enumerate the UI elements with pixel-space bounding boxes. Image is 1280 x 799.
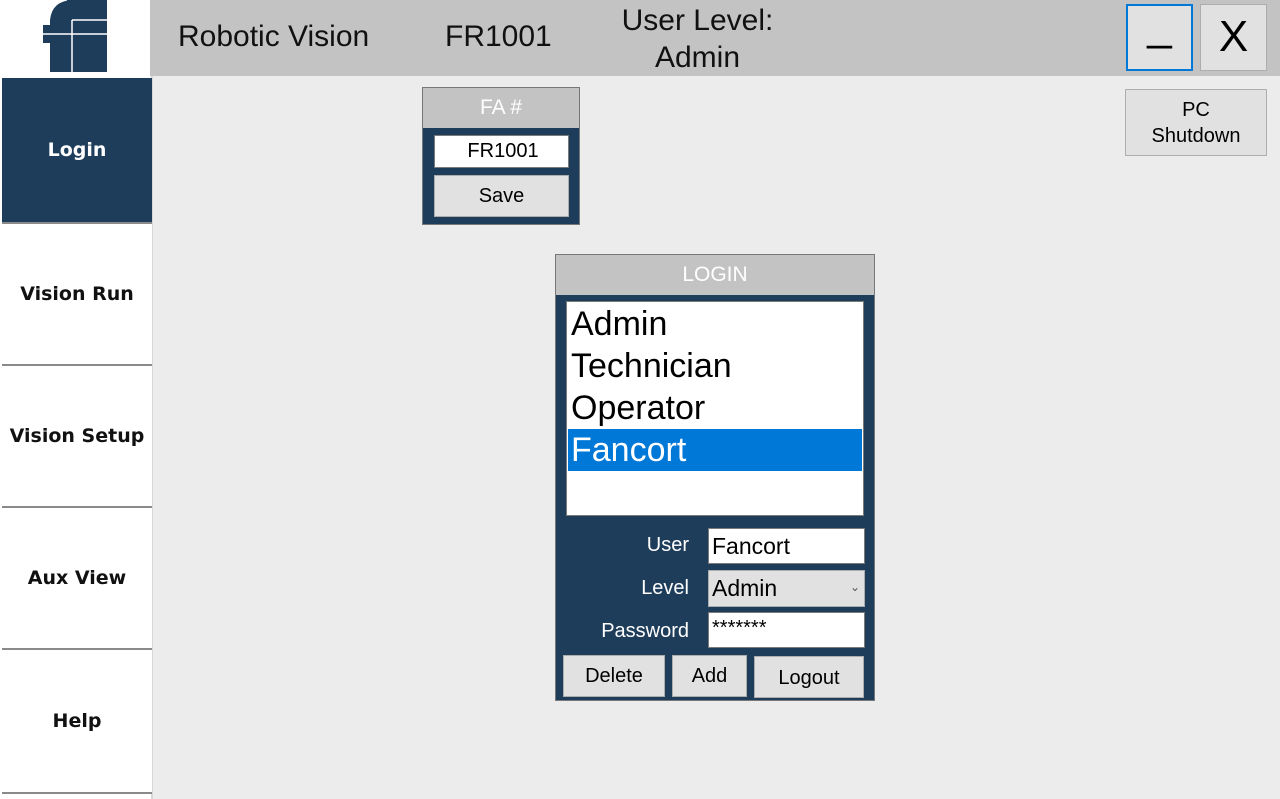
user-input[interactable]: Fancort xyxy=(708,528,865,564)
login-panel: LOGIN Admin Technician Operator Fancort … xyxy=(555,254,875,701)
fa-panel: FA # FR1001 Save xyxy=(422,87,580,225)
close-button[interactable]: X xyxy=(1200,4,1267,71)
user-label: User xyxy=(646,534,689,556)
sidebar-item-aux-view[interactable]: Aux View xyxy=(2,508,152,650)
password-input[interactable]: ******* xyxy=(708,612,865,648)
minimize-button[interactable]: _ xyxy=(1126,4,1193,71)
add-button[interactable]: Add xyxy=(672,655,747,697)
header-bar: Robotic Vision FR1001 User Level: Admin … xyxy=(150,0,1280,76)
login-panel-title: LOGIN xyxy=(556,255,874,295)
user-level: User Level: Admin xyxy=(590,2,805,76)
level-select[interactable]: Admin ⌄ xyxy=(708,570,865,607)
fa-panel-title: FA # xyxy=(423,88,579,128)
fancort-logo xyxy=(0,0,150,76)
user-level-label: User Level: xyxy=(621,4,774,37)
save-button[interactable]: Save xyxy=(434,175,569,217)
app-title: Robotic Vision xyxy=(178,20,370,53)
pc-shutdown-button[interactable]: PC Shutdown xyxy=(1125,89,1267,156)
logo-icon xyxy=(43,0,107,73)
pc-shutdown-label: PC Shutdown xyxy=(1151,99,1241,147)
sidebar-item-help[interactable]: Help xyxy=(2,650,152,794)
level-label: Level xyxy=(641,577,689,599)
list-item[interactable]: Admin xyxy=(568,303,862,345)
fa-number-display: FR1001 xyxy=(445,20,552,53)
sidebar-item-vision-run[interactable]: Vision Run xyxy=(2,224,152,366)
user-level-value: Admin xyxy=(654,41,741,74)
list-item[interactable]: Operator xyxy=(568,387,862,429)
logout-button[interactable]: Logout xyxy=(754,656,864,698)
level-select-value: Admin xyxy=(712,575,778,601)
list-item-selected[interactable]: Fancort xyxy=(568,429,862,471)
sidebar-item-login[interactable]: Login xyxy=(2,78,152,224)
delete-button[interactable]: Delete xyxy=(563,655,665,697)
user-list[interactable]: Admin Technician Operator Fancort xyxy=(566,301,864,516)
chevron-down-icon: ⌄ xyxy=(849,580,860,594)
list-item[interactable]: Technician xyxy=(568,345,862,387)
sidebar: Login Vision Run Vision Setup Aux View H… xyxy=(0,76,153,799)
sidebar-item-vision-setup[interactable]: Vision Setup xyxy=(2,366,152,508)
password-label: Password xyxy=(601,620,689,642)
fa-number-input[interactable]: FR1001 xyxy=(434,135,569,168)
